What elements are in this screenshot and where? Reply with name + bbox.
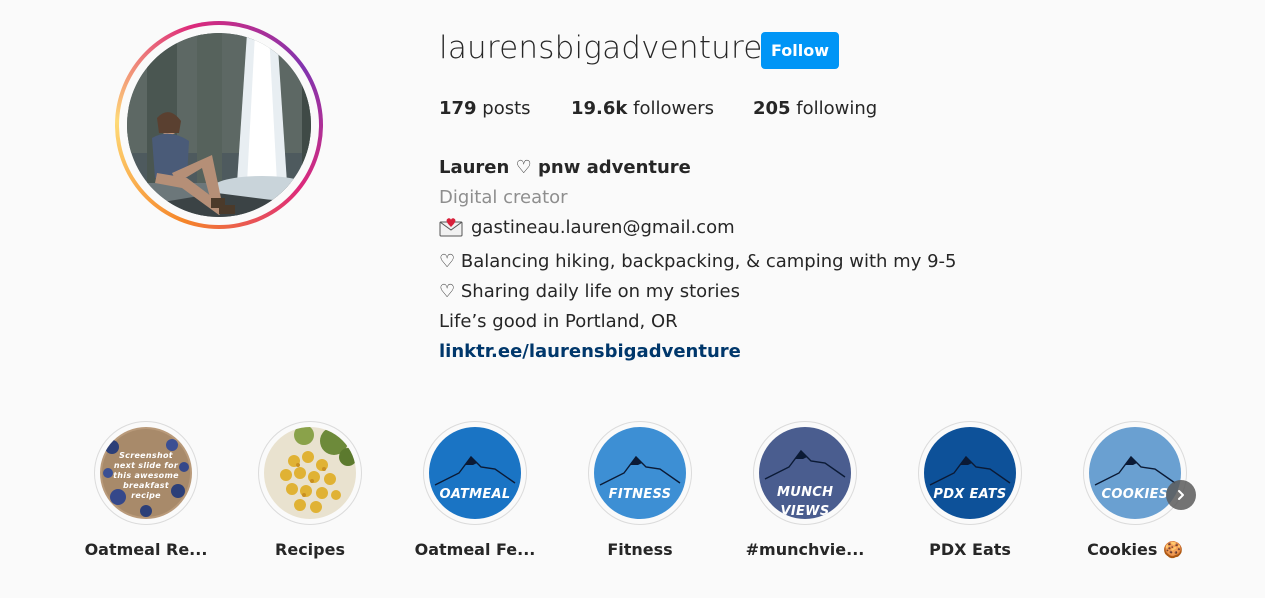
posts-count: 179: [439, 98, 477, 119]
chevron-right-icon: [1178, 490, 1184, 500]
envelope-heart-icon: [439, 217, 463, 247]
highlight-label: Oatmeal Re...: [84, 540, 208, 559]
highlight-ring: [258, 421, 362, 525]
bio-line-1: ♡ Balancing hiking, backpacking, & campi…: [439, 251, 957, 272]
highlight-ring: FITNESS: [588, 421, 692, 525]
avatar-photo: [127, 33, 311, 217]
bio-email: gastineau.lauren@gmail.com: [471, 217, 735, 238]
highlight-item[interactable]: PDX EATS PDX Eats: [887, 421, 1053, 559]
highlight-cover-text: PDX EATS: [933, 487, 1007, 502]
profile-bio: Lauren ♡ pnw adventure Digital creator g…: [439, 153, 957, 367]
highlight-ring: COOKIES: [1083, 421, 1187, 525]
highlight-cover: PDX EATS: [924, 427, 1016, 519]
bio-line-2: ♡ Sharing daily life on my stories: [439, 281, 740, 302]
avatar-inner: [119, 25, 319, 225]
highlight-cover: COOKIES: [1089, 427, 1181, 519]
mountain-icon: [434, 455, 516, 486]
highlight-cover-text: MUNCH VIEWS: [777, 485, 834, 519]
highlight-item[interactable]: FITNESS Fitness: [557, 421, 723, 559]
profile-username: laurensbigadventure: [439, 30, 763, 66]
posts-label: posts: [476, 98, 531, 119]
highlight-ring: MUNCH VIEWS: [753, 421, 857, 525]
highlight-cover: OATMEAL: [429, 427, 521, 519]
followers-count: 19.6k: [571, 98, 628, 119]
bio-category: Digital creator: [439, 187, 568, 208]
highlight-label: PDX Eats: [929, 540, 1011, 559]
posts-count-stat: 179 posts: [439, 98, 531, 119]
following-count: 205: [753, 98, 791, 119]
highlight-cover-food-photo: [264, 427, 356, 519]
profile-avatar[interactable]: [115, 21, 323, 229]
highlight-label: #munchvie...: [745, 540, 865, 559]
bio-email-line: gastineau.lauren@gmail.com: [439, 213, 957, 247]
highlight-item[interactable]: Screenshot next slide for this awesome b…: [63, 421, 229, 559]
followers-link[interactable]: 19.6k followers: [571, 98, 714, 119]
followers-label: followers: [627, 98, 715, 119]
following-label: following: [790, 98, 878, 119]
follow-button[interactable]: Follow: [761, 32, 839, 69]
highlights-next-button[interactable]: [1166, 480, 1196, 510]
highlight-label: Fitness: [607, 540, 673, 559]
highlight-label: Oatmeal Fe...: [414, 540, 536, 559]
highlight-ring: PDX EATS: [918, 421, 1022, 525]
bio-link[interactable]: linktr.ee/laurensbigadventure: [439, 341, 741, 362]
highlight-ring: OATMEAL: [423, 421, 527, 525]
highlight-ring: Screenshot next slide for this awesome b…: [94, 421, 198, 525]
highlight-cover-text: Screenshot next slide for this awesome b…: [113, 451, 179, 500]
highlight-cover-text: FITNESS: [608, 487, 672, 502]
mountain-icon: [1094, 455, 1176, 486]
highlight-cover: MUNCH VIEWS: [759, 427, 851, 519]
following-link[interactable]: 205 following: [753, 98, 877, 119]
highlight-cover-oatmeal-photo: Screenshot next slide for this awesome b…: [100, 427, 192, 519]
highlight-item[interactable]: OATMEAL Oatmeal Fe...: [392, 421, 558, 559]
highlight-item[interactable]: MUNCH VIEWS #munchvie...: [722, 421, 888, 559]
bio-name: Lauren ♡ pnw adventure: [439, 157, 691, 178]
mountain-icon: [929, 455, 1011, 486]
bio-line-3: Life’s good in Portland, OR: [439, 311, 678, 332]
highlight-label: Cookies 🍪: [1087, 540, 1183, 559]
highlight-item[interactable]: Recipes: [227, 421, 393, 559]
highlight-cover-text: OATMEAL: [439, 487, 511, 502]
mountain-icon: [599, 455, 681, 486]
highlight-cover: FITNESS: [594, 427, 686, 519]
highlight-label: Recipes: [275, 540, 345, 559]
